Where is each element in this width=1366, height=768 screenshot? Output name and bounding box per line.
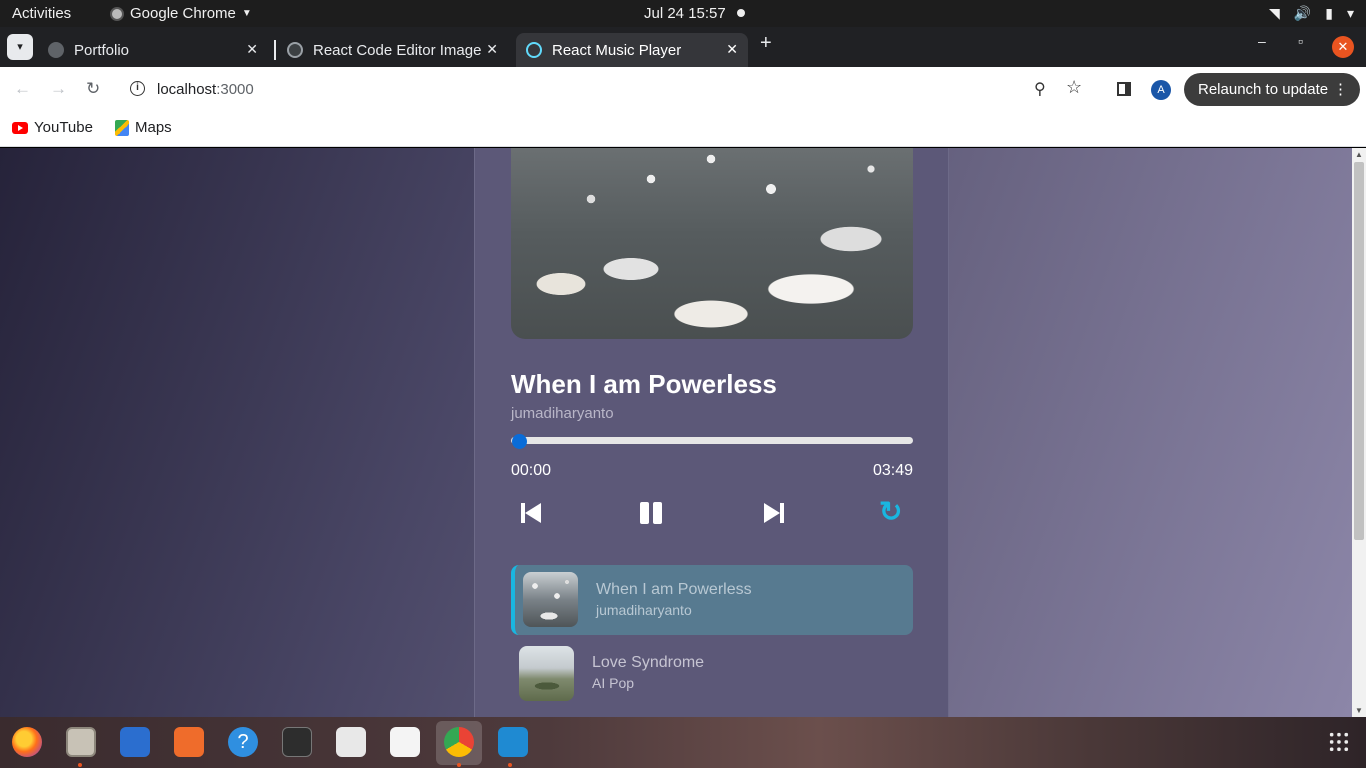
duration: 03:49 [873, 462, 914, 479]
current-time: 00:00 [511, 462, 552, 479]
zoom-icon[interactable]: ⚲ [1034, 79, 1046, 99]
files-icon[interactable] [66, 727, 96, 757]
react-icon [526, 42, 542, 58]
address-bar[interactable]: i localhost:3000 ⚲ ☆ [120, 73, 1096, 106]
wifi-icon: ◥ [1269, 5, 1280, 21]
document-viewer-icon[interactable] [336, 727, 366, 757]
running-indicator [508, 763, 512, 767]
tab-label: React Music Player [552, 41, 682, 59]
song-artist: jumadiharyanto [511, 405, 614, 422]
bookmark-youtube[interactable]: YouTube [12, 119, 93, 136]
vscode-icon[interactable] [498, 727, 528, 757]
writer-icon[interactable] [120, 727, 150, 757]
minimize-button[interactable]: – [1258, 33, 1266, 49]
window-close-button[interactable]: ✕ [1332, 36, 1354, 58]
text-editor-icon[interactable] [390, 727, 420, 757]
repeat-icon[interactable]: ↻ [879, 497, 909, 527]
taskbar-dock: ? [0, 717, 1366, 768]
bookmark-star-icon[interactable]: ☆ [1066, 77, 1082, 98]
help-icon[interactable]: ? [228, 727, 258, 757]
scrollbar-thumb[interactable] [1354, 162, 1364, 540]
reload-button[interactable]: ↻ [86, 79, 100, 99]
globe-icon [48, 42, 64, 58]
new-tab-button[interactable]: + [760, 32, 772, 55]
software-icon[interactable] [174, 727, 204, 757]
tab-react-music-player[interactable]: React Music Player ✕ [516, 33, 748, 67]
bookmarks-bar: YouTube Maps [0, 112, 1366, 147]
terminal-icon[interactable] [282, 727, 312, 757]
song-title: When I am Powerless [511, 369, 777, 399]
tab-react-code-editor[interactable]: React Code Editor Image ✕ [277, 33, 508, 67]
notification-dot [737, 9, 745, 17]
tab-search-button[interactable]: ▾ [7, 34, 33, 60]
chrome-icon[interactable] [444, 727, 474, 757]
playlist-item[interactable]: When I am Powerless jumadiharyanto [511, 565, 913, 635]
back-button[interactable]: ← [14, 79, 31, 99]
tab-portfolio[interactable]: Portfolio ✕ [38, 33, 268, 67]
system-tray[interactable]: ◥ 🔊 ▮ ▾ [1269, 5, 1354, 22]
running-indicator [457, 763, 461, 767]
chrome-icon [110, 6, 124, 21]
scroll-down-icon[interactable]: ▼ [1355, 706, 1363, 715]
app-menu[interactable]: Google Chrome ▼ [110, 5, 252, 22]
chevron-down-icon: ▼ [241, 8, 252, 19]
url-port: :3000 [216, 81, 254, 98]
pause-icon[interactable] [637, 497, 667, 527]
close-icon[interactable]: ✕ [726, 41, 738, 58]
close-icon[interactable]: ✕ [486, 41, 498, 58]
playlist-thumbnail [523, 572, 578, 627]
progress-slider[interactable] [511, 437, 913, 444]
playlist-item[interactable]: Love Syndrome AI Pop [511, 638, 913, 708]
chevron-down-icon: ▾ [1346, 5, 1354, 21]
playlist-item-title: Love Syndrome [592, 654, 705, 671]
playlist-item-title: When I am Powerless [596, 581, 752, 598]
tab-label: React Code Editor Image [313, 41, 482, 59]
previous-icon[interactable] [517, 497, 547, 527]
volume-icon: 🔊 [1293, 5, 1312, 21]
bookmark-label: Maps [135, 119, 172, 136]
side-panel-icon[interactable] [1117, 82, 1131, 96]
tab-strip: ▾ Portfolio ✕ React Code Editor Image ✕ … [0, 27, 1366, 67]
maps-icon [115, 119, 129, 136]
playlist-item-artist: jumadiharyanto [596, 602, 692, 618]
progress-slider-handle[interactable] [512, 434, 527, 449]
openai-icon [287, 42, 303, 58]
relaunch-button[interactable]: Relaunch to update ⋮ [1184, 73, 1360, 106]
site-info-icon[interactable]: i [130, 81, 145, 96]
music-player-card: When I am Powerless jumadiharyanto 00:00… [474, 148, 949, 717]
clock[interactable]: Jul 24 15:57 [644, 5, 726, 22]
playlist-thumbnail [519, 646, 574, 701]
show-apps-icon[interactable] [1328, 731, 1350, 753]
bookmark-label: YouTube [34, 119, 93, 136]
battery-icon: ▮ [1325, 5, 1333, 21]
app-name: Google Chrome [130, 5, 236, 22]
close-icon[interactable]: ✕ [246, 41, 258, 58]
page-scrollbar[interactable]: ▲ ▼ [1352, 148, 1366, 717]
firefox-icon[interactable] [12, 727, 42, 757]
album-cover-image [511, 148, 913, 339]
bookmark-maps[interactable]: Maps [115, 119, 172, 136]
browser-toolbar: ← → ↻ i localhost:3000 ⚲ ☆ A Relaunch to… [0, 67, 1366, 112]
url-host: localhost [157, 81, 217, 98]
youtube-icon [12, 121, 28, 134]
url-text: localhost:3000 [157, 81, 254, 98]
page-viewport: When I am Powerless jumadiharyanto 00:00… [0, 148, 1352, 717]
system-top-bar: Activities Google Chrome ▼ Jul 24 15:57 … [0, 0, 1366, 27]
playlist-item-artist: AI Pop [592, 675, 635, 691]
tab-divider [274, 40, 276, 60]
running-indicator [78, 763, 82, 767]
avatar[interactable]: A [1151, 80, 1171, 100]
relaunch-label: Relaunch to update [1198, 81, 1329, 98]
tab-label: Portfolio [74, 41, 130, 59]
more-menu-icon[interactable]: ⋮ [1333, 73, 1348, 106]
scroll-up-icon[interactable]: ▲ [1355, 150, 1363, 159]
forward-button[interactable]: → [50, 79, 67, 99]
maximize-button[interactable]: ▫ [1298, 33, 1303, 49]
next-icon[interactable] [758, 497, 788, 527]
activities-button[interactable]: Activities [12, 5, 71, 22]
